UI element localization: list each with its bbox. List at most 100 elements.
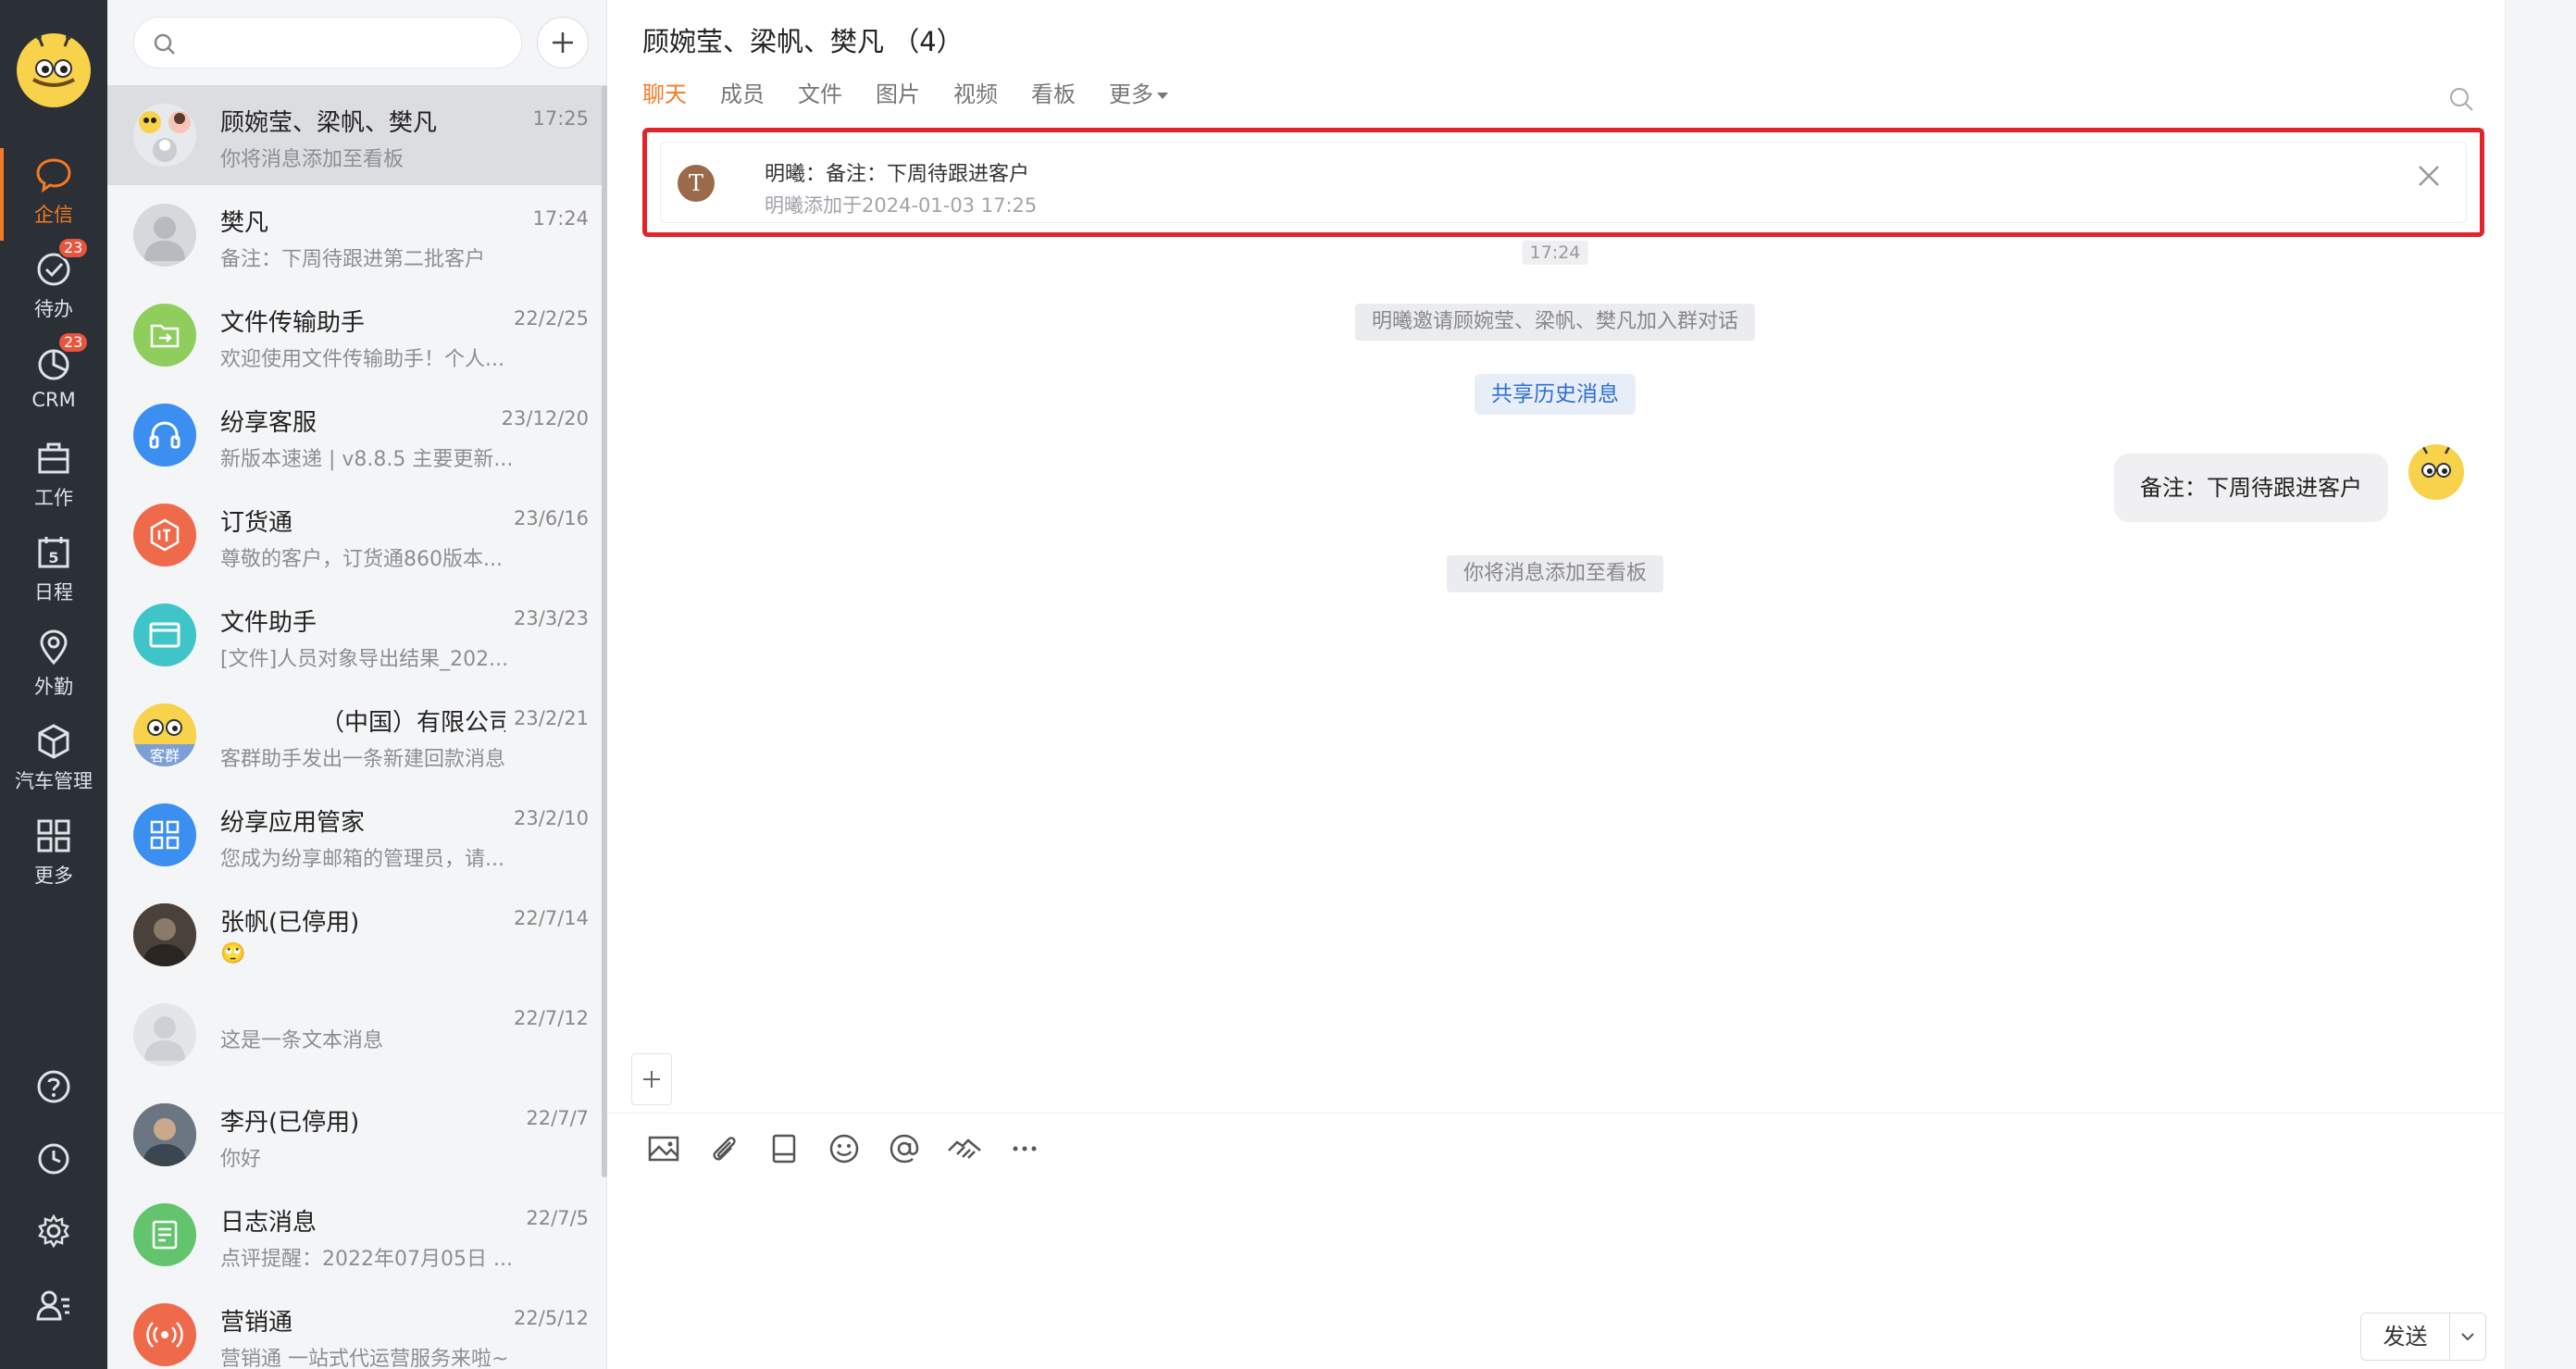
- conversation-time: 17:24: [532, 207, 589, 230]
- app-nav-rail: 企信 23 待办 23 CRM 工作 5 日程 外勤 汽车管理 更多: [0, 0, 107, 1369]
- message-input[interactable]: [642, 1192, 2457, 1303]
- tab-images[interactable]: 图片: [876, 76, 920, 108]
- contacts-button[interactable]: [0, 1277, 107, 1333]
- conversation-item[interactable]: 文件传输助手 22/2/25 欢迎使用文件传输助手！个人...: [107, 285, 602, 385]
- todo-badge: 23: [57, 237, 90, 259]
- drive-icon: [772, 1134, 796, 1164]
- share-history-button[interactable]: 共享历史消息: [1475, 374, 1636, 415]
- my-message-bubble[interactable]: 备注：下周待跟进客户: [2114, 454, 2388, 522]
- tab-members[interactable]: 成员: [720, 76, 765, 108]
- conversation-preview: 尊敬的客户，订货通860版本...: [220, 548, 503, 571]
- group-avatar-icon: [133, 104, 196, 167]
- conversation-name: 樊凡: [220, 209, 269, 237]
- log-icon: [152, 1220, 178, 1250]
- conversation-item[interactable]: 文件助手 23/3/23 [文件]人员对象导出结果_202...: [107, 585, 602, 685]
- avatar: [133, 504, 196, 566]
- briefcase-icon: [38, 442, 69, 474]
- user-avatar[interactable]: [17, 33, 91, 107]
- avatar: [133, 903, 196, 966]
- tab-videos[interactable]: 视频: [953, 76, 998, 108]
- group-avatar: [133, 104, 196, 167]
- plus-icon: [553, 32, 573, 53]
- avatar: [133, 1103, 196, 1166]
- nav-item-schedule[interactable]: 5 日程: [0, 526, 107, 618]
- caret-down-icon: [1157, 92, 1168, 99]
- tab-chat[interactable]: 聊天: [642, 76, 687, 108]
- conversation-item[interactable]: 纷享应用管家 23/2/10 您成为纷享邮箱的管理员，请...: [107, 785, 602, 885]
- conversation-preview: 你将消息添加至看板: [220, 148, 404, 171]
- conversation-preview: 这是一条文本消息: [220, 1029, 384, 1052]
- nav-item-field[interactable]: 外勤: [0, 620, 107, 713]
- conversation-item[interactable]: 日志消息 22/7/5 点评提醒：2022年07月05日 ...: [107, 1185, 602, 1285]
- netdisk-button[interactable]: [763, 1127, 805, 1170]
- tab-more[interactable]: 更多: [1109, 76, 1168, 108]
- more-tools-button[interactable]: [1003, 1127, 1046, 1170]
- collaborate-button[interactable]: [943, 1127, 986, 1170]
- nav-label: 日程: [34, 581, 73, 604]
- help-button[interactable]: [0, 1059, 107, 1114]
- nav-label: 更多: [34, 865, 73, 887]
- conversation-time: 23/2/10: [514, 807, 589, 829]
- bee-mascot-icon: [26, 34, 81, 102]
- composer-add-button[interactable]: [631, 1053, 672, 1105]
- mention-button[interactable]: [883, 1127, 926, 1170]
- insert-image-button[interactable]: [642, 1127, 685, 1170]
- user-list-icon: [36, 1290, 69, 1321]
- send-button[interactable]: 发送: [2361, 1313, 2450, 1360]
- nav-item-auto[interactable]: 汽车管理: [0, 715, 107, 807]
- conversation-time: 22/7/12: [514, 1007, 589, 1029]
- nav-item-messages[interactable]: 企信: [0, 148, 107, 241]
- add-button[interactable]: [537, 17, 589, 68]
- close-icon[interactable]: [2416, 163, 2442, 189]
- tab-files[interactable]: 文件: [798, 76, 842, 108]
- send-options-dropdown[interactable]: [2450, 1313, 2485, 1360]
- nav-label: CRM: [31, 389, 76, 411]
- bee-group-icon: 客群: [133, 703, 196, 766]
- pinned-note[interactable]: T 明曦：备注：下周待跟进客户 明曦添加于2024-01-03 17:25: [660, 142, 2467, 223]
- order-icon: [150, 518, 180, 552]
- composer-divider: [607, 1113, 2505, 1114]
- crm-badge: 23: [57, 331, 90, 354]
- avatar: [133, 304, 196, 367]
- conversation-panel: 顾婉莹、梁帆、樊凡 17:25 你将消息添加至看板 樊凡 17:24 备注：下周…: [107, 0, 607, 1369]
- settings-button[interactable]: [0, 1203, 107, 1259]
- conversation-item[interactable]: 纷享客服 23/12/20 新版本速递 | v8.8.5 主要更新...: [107, 385, 602, 485]
- handshake-icon: [948, 1139, 981, 1159]
- nav-item-todo[interactable]: 23 待办: [0, 237, 107, 335]
- search-box[interactable]: [133, 17, 522, 68]
- conversation-time: 23/2/21: [514, 707, 589, 729]
- history-button[interactable]: [0, 1131, 107, 1187]
- conversation-preview: 🙄: [220, 942, 246, 965]
- conversation-item[interactable]: 李丹(已停用) 22/7/7 你好: [107, 1085, 602, 1185]
- nav-item-more[interactable]: 更多: [0, 809, 107, 902]
- conversation-item[interactable]: 22/7/12 这是一条文本消息: [107, 985, 602, 1085]
- conversation-item[interactable]: 客群 （中国）有限公司 23/2/21 客群助手发出一条新建回款消息: [107, 685, 602, 785]
- conversation-time: 22/7/7: [526, 1107, 589, 1129]
- conversation-name: 顾婉莹、梁帆、樊凡: [220, 109, 438, 137]
- conversation-preview: 营销通 一站式代运营服务来啦~: [220, 1348, 509, 1369]
- tab-board[interactable]: 看板: [1031, 76, 1076, 108]
- emoji-button[interactable]: [823, 1127, 865, 1170]
- conversation-item[interactable]: 营销通 22/5/12 营销通 一站式代运营服务来啦~: [107, 1285, 602, 1369]
- avatar: [133, 1003, 196, 1066]
- my-avatar[interactable]: [2408, 444, 2464, 500]
- emoji-icon: [829, 1134, 859, 1164]
- plus-icon: [643, 1071, 660, 1088]
- conversation-item[interactable]: 张帆(已停用) 22/7/14 🙄: [107, 885, 602, 985]
- nav-item-crm[interactable]: 23 CRM: [0, 331, 107, 429]
- conversation-item[interactable]: 顾婉莹、梁帆、樊凡 17:25 你将消息添加至看板: [107, 85, 602, 185]
- attachment-icon: [713, 1137, 736, 1161]
- photo-avatar-icon: [133, 1103, 196, 1166]
- right-gutter: [2505, 0, 2576, 1369]
- pinned-note-avatar: T: [678, 165, 715, 202]
- chat-bubble-icon: [36, 158, 71, 193]
- chat-panel: 顾婉莹、梁帆、樊凡 （4） 聊天 成员 文件 图片 视频 看板 更多 T 明曦：…: [607, 0, 2505, 1369]
- conversation-preview: 客群助手发出一条新建回款消息: [220, 748, 506, 771]
- attach-file-button[interactable]: [703, 1127, 745, 1170]
- conversation-item[interactable]: 樊凡 17:24 备注：下周待跟进第二批客户: [107, 185, 602, 285]
- conversation-item[interactable]: 订货通 23/6/16 尊敬的客户，订货通860版本...: [107, 485, 602, 585]
- nav-item-work[interactable]: 工作: [0, 431, 107, 524]
- search-input[interactable]: [186, 27, 501, 58]
- composer-toolbar: [642, 1127, 1064, 1170]
- search-icon[interactable]: [2447, 85, 2475, 113]
